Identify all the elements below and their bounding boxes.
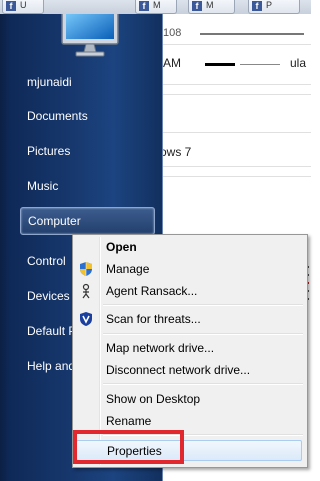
menu-item-label: Scan for threats... xyxy=(106,312,201,326)
menu-item-label: Agent Ransack... xyxy=(106,284,198,298)
start-menu-computer-label: Computer xyxy=(28,214,81,228)
facebook-icon: f xyxy=(192,1,202,11)
page-text-fragment: ows 7 xyxy=(160,145,192,159)
browser-tab[interactable]: f M xyxy=(135,0,177,14)
menu-item-disconnect-network-drive[interactable]: Disconnect network drive... xyxy=(73,360,305,380)
row-divider xyxy=(160,166,311,167)
browser-tab[interactable]: f U xyxy=(2,0,44,14)
page-text-fragment: AM xyxy=(163,56,181,70)
tab-title: P xyxy=(266,0,273,10)
start-menu-help[interactable]: Help and xyxy=(27,359,75,373)
facebook-icon: f xyxy=(6,1,16,11)
browser-tab[interactable]: f M xyxy=(188,0,235,14)
tab-title: M xyxy=(206,0,214,10)
page-text-fragment: 108 xyxy=(163,27,182,39)
page-text-fragment: ula xyxy=(290,56,307,70)
start-menu-user[interactable]: mjunaidi xyxy=(27,75,72,89)
start-menu-devices[interactable]: Devices xyxy=(27,289,70,303)
menu-item-label: Map network drive... xyxy=(106,341,215,355)
row-divider xyxy=(160,44,311,45)
menu-item-map-network-drive[interactable]: Map network drive... xyxy=(73,338,305,358)
agent-ransack-icon xyxy=(82,283,90,299)
menu-item-scan-threats[interactable]: Scan for threats... xyxy=(73,309,305,329)
menu-item-rename[interactable]: Rename xyxy=(73,411,305,431)
menu-separator xyxy=(103,333,303,335)
row-divider xyxy=(160,94,311,95)
computer-monitor-icon xyxy=(61,14,119,57)
menu-item-label: Rename xyxy=(106,414,152,428)
start-menu-music[interactable]: Music xyxy=(27,179,58,193)
redaction xyxy=(200,33,304,35)
tab-title: M xyxy=(153,0,161,10)
facebook-icon: f xyxy=(139,1,149,11)
menu-separator xyxy=(103,304,303,306)
uac-shield-icon xyxy=(80,262,92,276)
start-menu-pictures[interactable]: Pictures xyxy=(27,144,70,158)
row-divider xyxy=(160,132,311,133)
menu-item-label: Show on Desktop xyxy=(106,392,201,406)
menu-item-show-on-desktop[interactable]: Show on Desktop xyxy=(73,389,305,409)
menu-item-label: Open xyxy=(106,240,137,254)
redaction xyxy=(240,64,280,65)
start-menu-control-panel[interactable]: Control xyxy=(27,254,66,268)
row-divider xyxy=(160,84,311,85)
start-menu-default-programs[interactable]: Default P xyxy=(27,324,76,338)
highlight-annotation-box xyxy=(73,430,184,464)
tab-title: U xyxy=(20,0,27,10)
menu-item-open[interactable]: Open xyxy=(73,237,305,257)
start-menu-computer[interactable]: Computer xyxy=(20,207,155,235)
facebook-icon: f xyxy=(252,1,262,11)
start-menu-documents[interactable]: Documents xyxy=(27,109,88,123)
row-divider xyxy=(160,176,311,177)
menu-item-label: Manage xyxy=(106,262,150,276)
antivirus-shield-icon xyxy=(80,312,92,326)
menu-item-manage[interactable]: Manage xyxy=(73,259,305,279)
menu-item-label: Disconnect network drive... xyxy=(106,363,251,377)
browser-tab-bar: f U f M f M f P xyxy=(0,0,311,15)
menu-separator xyxy=(103,383,303,385)
redaction xyxy=(205,63,235,66)
menu-item-agent-ransack[interactable]: Agent Ransack... xyxy=(73,281,305,301)
browser-tab[interactable]: f P xyxy=(248,0,300,14)
